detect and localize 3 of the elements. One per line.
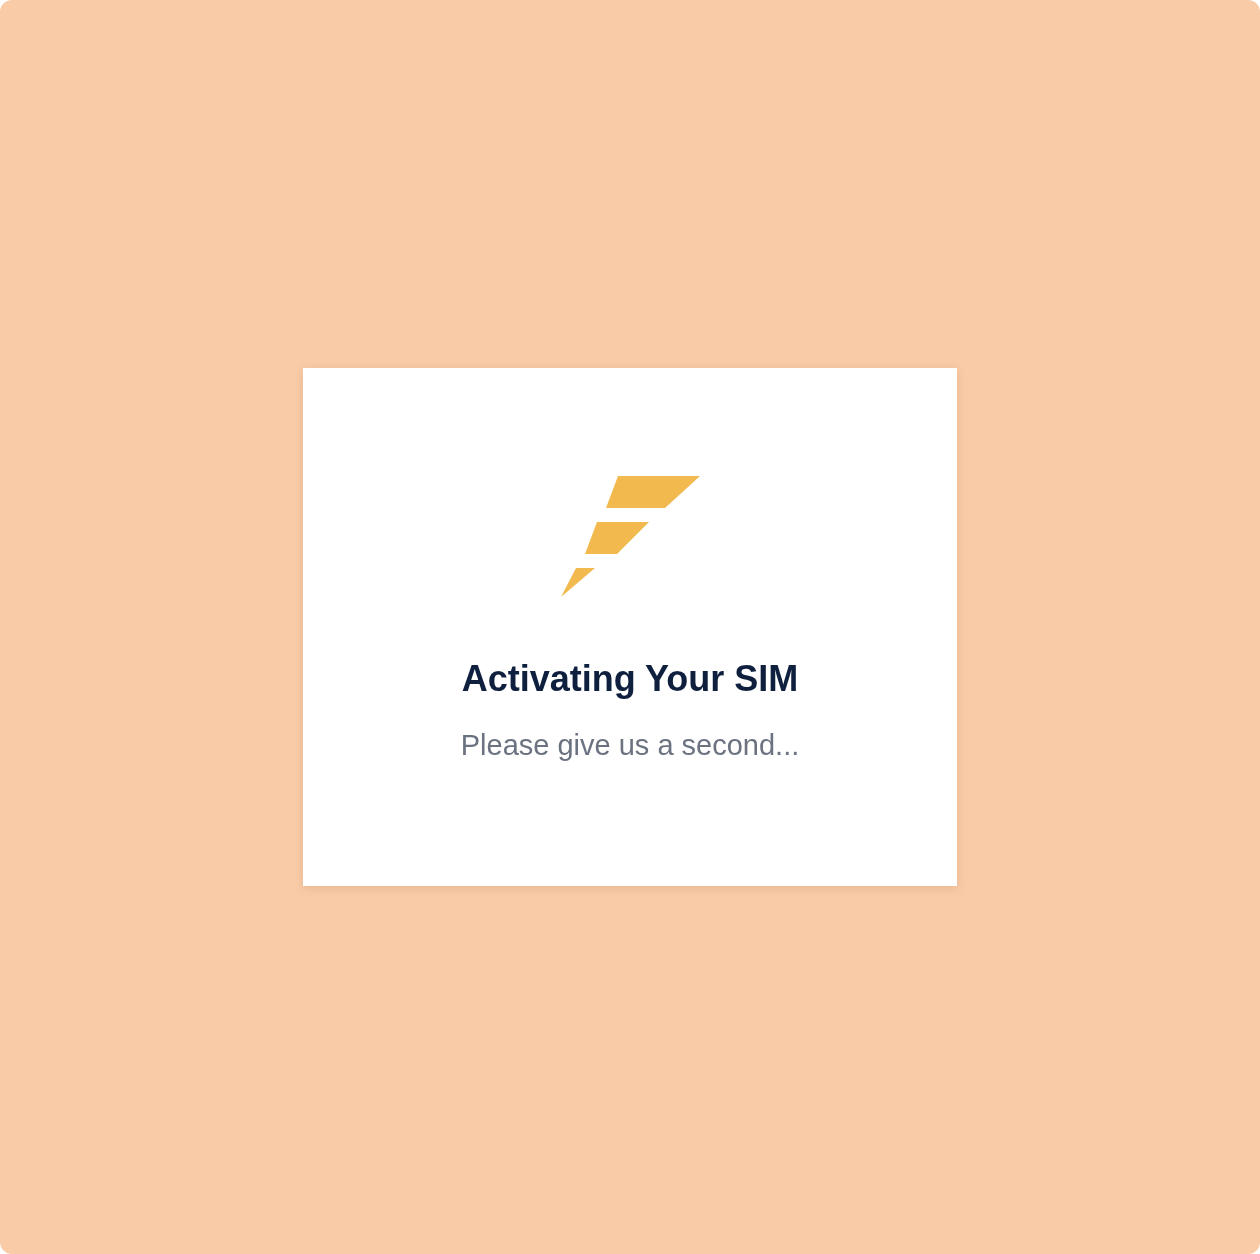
- lightning-logo-icon: [560, 476, 700, 597]
- title: Activating Your SIM: [461, 658, 799, 700]
- subtitle: Please give us a second...: [460, 728, 800, 762]
